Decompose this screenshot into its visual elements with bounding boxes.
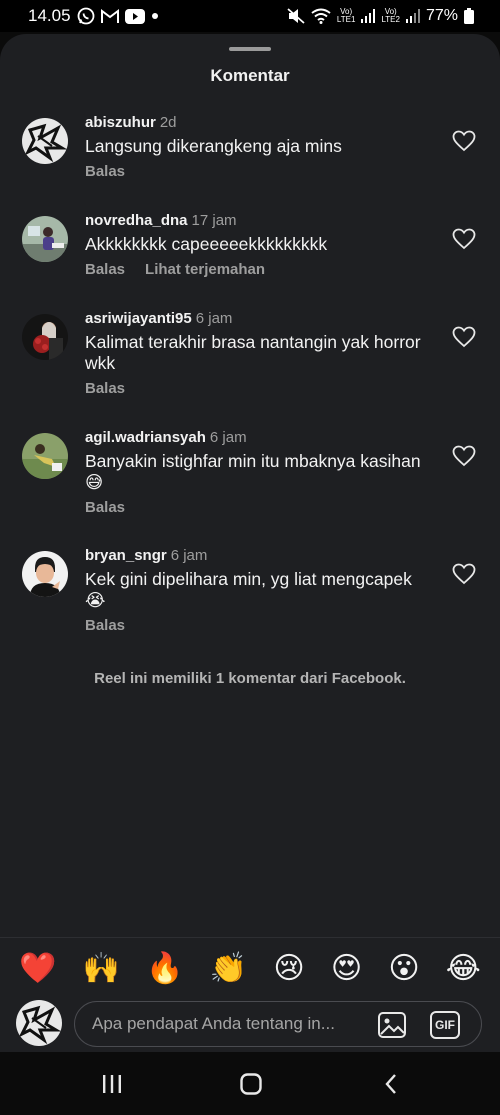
emoji-raising-hands[interactable]: 🙌: [83, 954, 120, 984]
emoji-heart[interactable]: ❤️: [19, 954, 56, 984]
comment-text: Banyakin istighfar min itu mbaknya kasih…: [85, 451, 421, 492]
emoji-surprised[interactable]: 😮: [388, 954, 419, 984]
emoji-laughing[interactable]: 😂: [446, 954, 481, 984]
comment-actions: Balas: [85, 499, 425, 516]
emoji-reaction-bar: ❤️ 🙌 🔥 👏 😢 😍 😮 😂: [0, 946, 500, 992]
like-heart-icon[interactable]: [452, 445, 476, 467]
like-heart-icon[interactable]: [452, 228, 476, 250]
battery-percent: 77%: [425, 7, 458, 24]
avatar[interactable]: [22, 551, 68, 597]
avatar[interactable]: [22, 216, 68, 262]
comment-actions: Balas: [85, 163, 425, 180]
reply-button[interactable]: Balas: [85, 617, 125, 634]
signal-1-icon: [361, 9, 376, 23]
comment-actions: Balas: [85, 380, 425, 397]
sheet-title: Komentar: [210, 66, 290, 85]
image-icon[interactable]: [377, 1011, 407, 1039]
comment-username[interactable]: agil.wadriansyah: [85, 429, 206, 446]
see-translation-button[interactable]: Lihat terjemahan: [145, 261, 265, 278]
comment-input-box[interactable]: GIF: [74, 1001, 482, 1047]
like-heart-icon[interactable]: [452, 130, 476, 152]
drag-handle[interactable]: [229, 47, 271, 51]
comment-text: Kek gini dipelihara min, yg liat mengcap…: [85, 569, 412, 610]
reply-button[interactable]: Balas: [85, 163, 125, 180]
comment-time: 6 jam: [195, 310, 233, 327]
recent-apps-icon[interactable]: [100, 1072, 124, 1096]
notification-dot-icon: [151, 12, 159, 20]
emoji-fire[interactable]: 🔥: [146, 954, 183, 984]
comment-time: 6 jam: [209, 429, 247, 446]
status-time: 14.05: [28, 6, 71, 25]
sim2-label: Vo) LTE2: [381, 7, 400, 24]
mute-icon: [287, 8, 305, 24]
comment-time: 6 jam: [170, 547, 208, 564]
comment-body: bryan_sngr 6 jam Kek gini dipelihara min,…: [85, 547, 425, 634]
comment-header: agil.wadriansyah 6 jam: [85, 429, 425, 447]
whatsapp-icon: [77, 7, 95, 25]
facebook-comment-note[interactable]: Reel ini memiliki 1 komentar dari Facebo…: [0, 670, 500, 687]
sim1-label: Vo) LTE1: [336, 7, 356, 24]
comment-text: Kalimat terakhir brasa nantangin yak hor…: [85, 332, 421, 373]
status-bar: 14.05 Vo) LTE1 Vo) LTE2 77%: [0, 0, 500, 32]
comment-time: 17 jam: [191, 212, 237, 229]
comment-username[interactable]: abiszuhur: [85, 114, 156, 131]
system-nav-bar: [0, 1052, 500, 1115]
comment-username[interactable]: asriwijayanti95: [85, 310, 192, 327]
gif-icon[interactable]: GIF: [430, 1011, 460, 1039]
wifi-icon: [311, 8, 331, 24]
comment-actions: Balas Lihat terjemahan: [85, 261, 425, 278]
comment-text: Langsung dikerangkeng aja mins: [85, 136, 342, 156]
comment-body: abiszuhur 2d Langsung dikerangkeng aja mi…: [85, 114, 425, 180]
current-user-avatar[interactable]: [16, 1000, 62, 1046]
comment-header: novredha_dna 17 jam: [85, 212, 425, 230]
comment-username[interactable]: novredha_dna: [85, 212, 188, 229]
like-heart-icon[interactable]: [452, 326, 476, 348]
status-left: 14.05: [28, 6, 159, 26]
avatar[interactable]: [22, 314, 68, 360]
back-icon[interactable]: [380, 1072, 404, 1096]
comment-header: asriwijayanti95 6 jam: [85, 310, 425, 328]
youtube-icon: [124, 8, 145, 24]
battery-icon: [464, 8, 474, 24]
comment-header: bryan_sngr 6 jam: [85, 547, 425, 565]
comment-actions: Balas: [85, 617, 425, 634]
reply-button[interactable]: Balas: [85, 380, 125, 397]
reply-button[interactable]: Balas: [85, 261, 125, 278]
avatar[interactable]: [22, 433, 68, 479]
emoji-crying[interactable]: 😢: [273, 954, 304, 984]
comment-input[interactable]: [92, 1014, 362, 1034]
home-icon[interactable]: [239, 1072, 263, 1096]
comments-sheet: Komentar abiszuhur 2d Langsung dikerangke…: [0, 34, 500, 1052]
emoji-clapping[interactable]: 👏: [210, 954, 247, 984]
comment-body: novredha_dna 17 jam Akkkkkkkk capeeeeekkk…: [85, 212, 425, 278]
comment-body: agil.wadriansyah 6 jam Banyakin istighfar…: [85, 429, 425, 516]
comment-username[interactable]: bryan_sngr: [85, 547, 167, 564]
reply-button[interactable]: Balas: [85, 499, 125, 516]
emoji-heart-eyes[interactable]: 😍: [331, 954, 362, 984]
status-right: Vo) LTE1 Vo) LTE2 77%: [287, 7, 474, 25]
signal-2-icon: [405, 9, 420, 23]
comment-time: 2d: [159, 114, 177, 131]
avatar[interactable]: [22, 118, 68, 164]
gmail-icon: [100, 8, 119, 24]
comment-text: Akkkkkkkk capeeeeekkkkkkkkk: [85, 234, 328, 254]
divider: [0, 937, 500, 938]
like-heart-icon[interactable]: [452, 563, 476, 585]
comment-header: abiszuhur 2d: [85, 114, 425, 132]
comment-body: asriwijayanti95 6 jam Kalimat terakhir br…: [85, 310, 425, 397]
